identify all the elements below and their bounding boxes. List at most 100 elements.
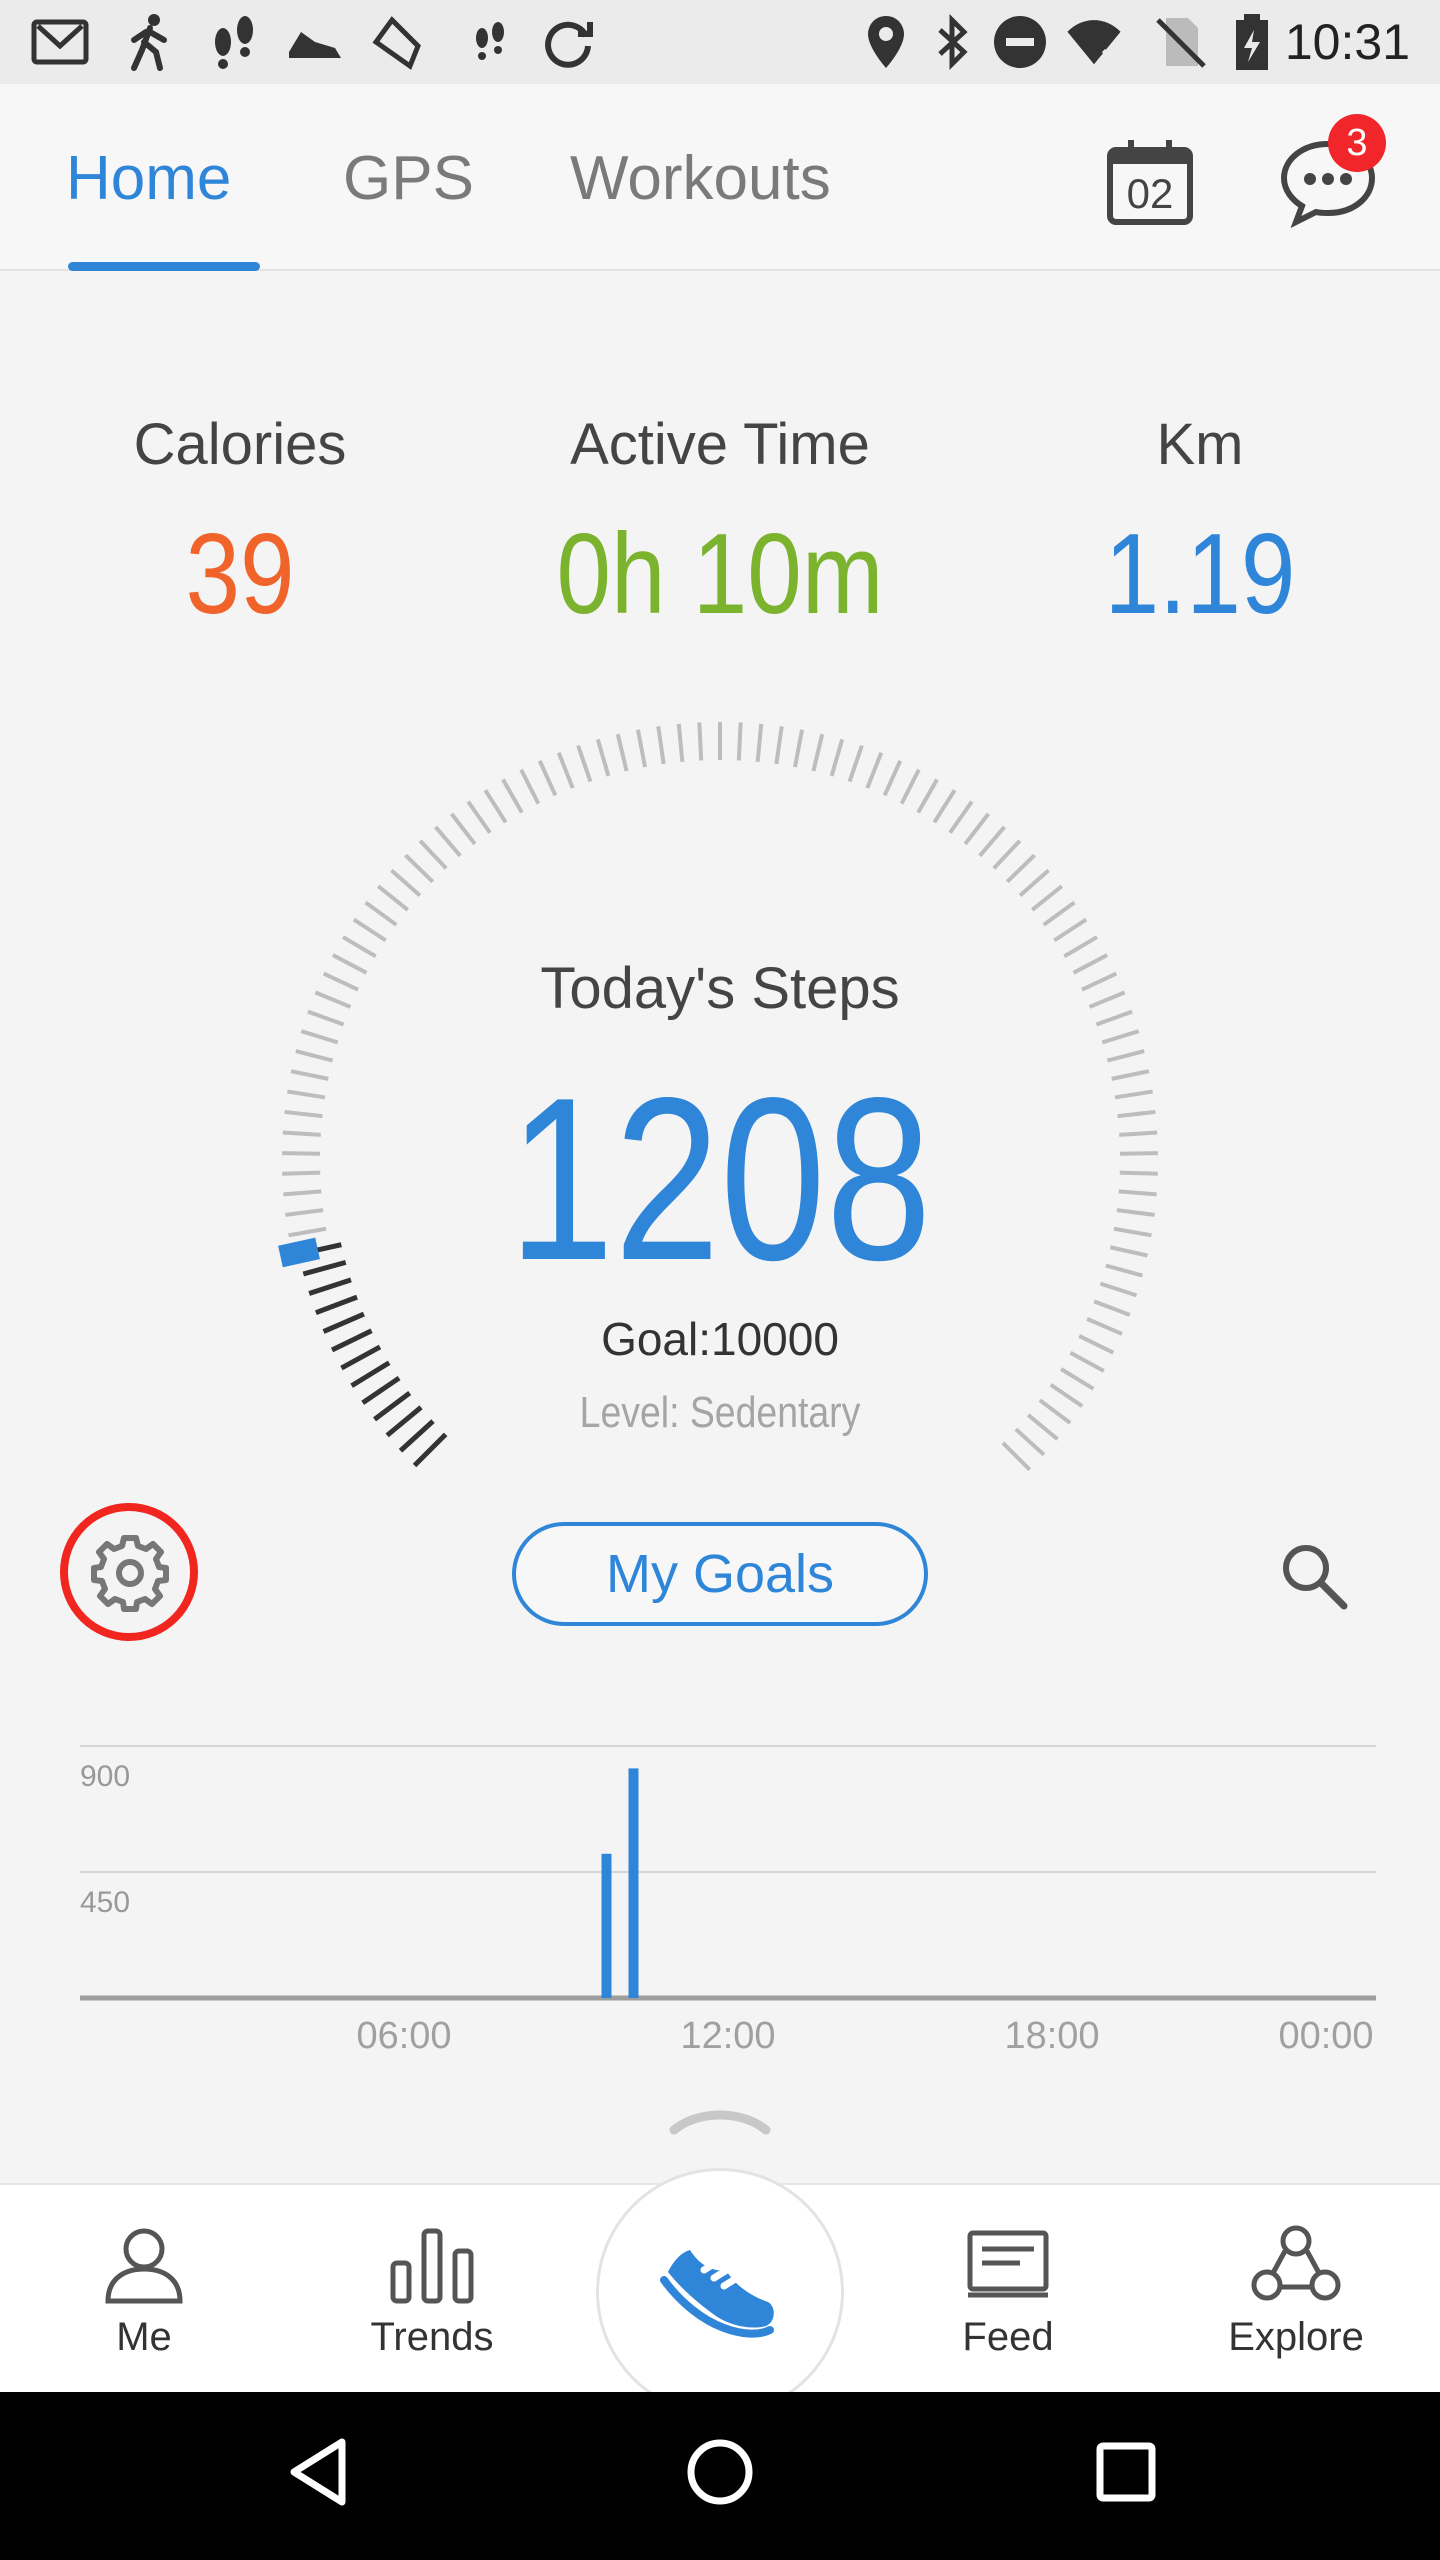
- my-goals-button[interactable]: My Goals: [512, 1522, 928, 1626]
- gauge-tick: [774, 726, 784, 765]
- do-not-disturb-icon: [994, 16, 1046, 68]
- status-bar: 10:31: [0, 0, 1440, 84]
- steps-goal: Goal:10000: [601, 1313, 839, 1365]
- nav-item-trends[interactable]: Trends: [312, 2225, 552, 2385]
- gauge-tick: [847, 744, 864, 783]
- tab-workouts[interactable]: Workouts: [570, 144, 831, 214]
- home-icon[interactable]: [686, 2438, 754, 2506]
- gauge-tick: [556, 752, 575, 789]
- nav-item-feed[interactable]: Feed: [888, 2225, 1128, 2385]
- gauge-tick: [390, 868, 422, 897]
- recents-icon[interactable]: [1094, 2440, 1158, 2504]
- gauge-tick: [1038, 1398, 1072, 1425]
- chevron-up-icon[interactable]: [668, 2100, 772, 2136]
- todays-steps-label: Today's Steps: [540, 956, 900, 1021]
- gauge-tick: [288, 1226, 327, 1238]
- nav-item-explore[interactable]: Explore: [1176, 2225, 1416, 2385]
- gauge-tick-filled: [361, 1376, 401, 1405]
- footprints-icon: [215, 16, 253, 69]
- nav-label-explore: Explore: [1228, 2315, 1364, 2359]
- settings-button[interactable]: [90, 1532, 170, 1612]
- gauge-tick-filled: [322, 1311, 365, 1334]
- gauge-tick: [1026, 1413, 1059, 1441]
- system-navigation-bar: [0, 2392, 1440, 2560]
- bluetooth-icon: [938, 13, 968, 71]
- gauge-tick: [1109, 1245, 1148, 1258]
- chart-x-tick-label: 18:00: [1004, 2015, 1099, 2057]
- gauge-tick: [932, 789, 957, 824]
- gauge-tick: [1119, 1151, 1158, 1156]
- gauge-tick: [1081, 971, 1118, 992]
- gauge-tick: [1053, 917, 1088, 943]
- gauge-tick: [1095, 1009, 1133, 1027]
- gauge-tick: [1014, 1427, 1046, 1457]
- calories-label: Calories: [133, 412, 347, 477]
- gauge-tick: [992, 839, 1022, 870]
- gauge-tick: [519, 768, 541, 805]
- gauge-tick-filled: [302, 1259, 347, 1277]
- nav-label-me: Me: [116, 2315, 172, 2359]
- gauge-tick: [576, 744, 593, 783]
- small-footprints-icon: [476, 22, 504, 60]
- gauge-tick-filled: [308, 1277, 352, 1296]
- gauge-tick: [449, 812, 477, 846]
- nav-item-me[interactable]: Me: [24, 2225, 264, 2385]
- calendar-button[interactable]: 02: [1104, 136, 1196, 228]
- gauge-tick: [537, 759, 558, 797]
- gauge-tick-filled: [412, 1432, 448, 1468]
- gauge-tick: [331, 953, 368, 975]
- gauge-tick: [1099, 1281, 1138, 1298]
- gauge-tick: [1105, 1263, 1144, 1278]
- gauge-tick: [865, 752, 884, 789]
- top-tab-bar: Home GPS Workouts 02: [0, 84, 1440, 271]
- running-shoe-icon: [660, 2250, 774, 2338]
- chart-x-tick-label: 06:00: [356, 2015, 451, 2057]
- gauge-tick: [322, 971, 359, 992]
- gauge-tick: [1042, 900, 1076, 927]
- gauge-tick: [736, 722, 743, 761]
- gauge-tick: [364, 900, 398, 927]
- gauge-tick: [1088, 990, 1126, 1009]
- tab-home[interactable]: Home: [66, 144, 231, 214]
- active-time-label: Active Time: [570, 412, 870, 477]
- gauge-tick: [376, 884, 410, 912]
- gauge-tick: [1093, 1299, 1131, 1317]
- gauge-tick: [434, 825, 462, 858]
- gauge-tick: [1117, 1109, 1156, 1119]
- gauge-tick: [1069, 1350, 1105, 1373]
- gauge-tick: [1118, 1189, 1157, 1197]
- gauge-tick: [1086, 1317, 1123, 1336]
- gmail-icon: [31, 19, 89, 65]
- nav-label-feed: Feed: [962, 2315, 1054, 2359]
- gauge-tick: [352, 917, 387, 943]
- bar-chart-icon: [390, 2228, 474, 2304]
- gauge-tick: [676, 723, 685, 762]
- status-time: 10:31: [1284, 14, 1410, 70]
- gauge-tick: [656, 726, 666, 765]
- gauge-tick-filled: [340, 1344, 382, 1371]
- tab-gps[interactable]: GPS: [343, 144, 474, 214]
- gauge-tick: [307, 1009, 345, 1027]
- no-sim-icon: [1156, 18, 1206, 68]
- gauge-tick: [615, 733, 629, 772]
- search-button[interactable]: [1276, 1538, 1352, 1614]
- location-icon: [868, 16, 904, 68]
- calendar-day: 02: [1126, 170, 1174, 217]
- gauge-tick: [697, 722, 704, 761]
- gauge-tick-filled: [385, 1405, 423, 1438]
- gauge-tick: [1018, 868, 1050, 897]
- gauge-tick: [418, 839, 448, 870]
- person-icon: [105, 2228, 183, 2304]
- message-count-badge: 3: [1328, 114, 1386, 172]
- gauge-tick: [1072, 953, 1109, 975]
- walking-icon: [131, 14, 167, 71]
- chart-bar: [601, 1853, 612, 1998]
- gauge-tick: [1106, 1049, 1145, 1063]
- gauge-tick: [1119, 1130, 1158, 1137]
- calories-value: 39: [185, 511, 295, 638]
- gauge-tick: [1078, 1334, 1115, 1355]
- back-icon[interactable]: [286, 2436, 350, 2508]
- feed-icon: [967, 2230, 1049, 2298]
- gauge-tick: [314, 990, 352, 1009]
- gauge-tick: [1060, 1367, 1095, 1391]
